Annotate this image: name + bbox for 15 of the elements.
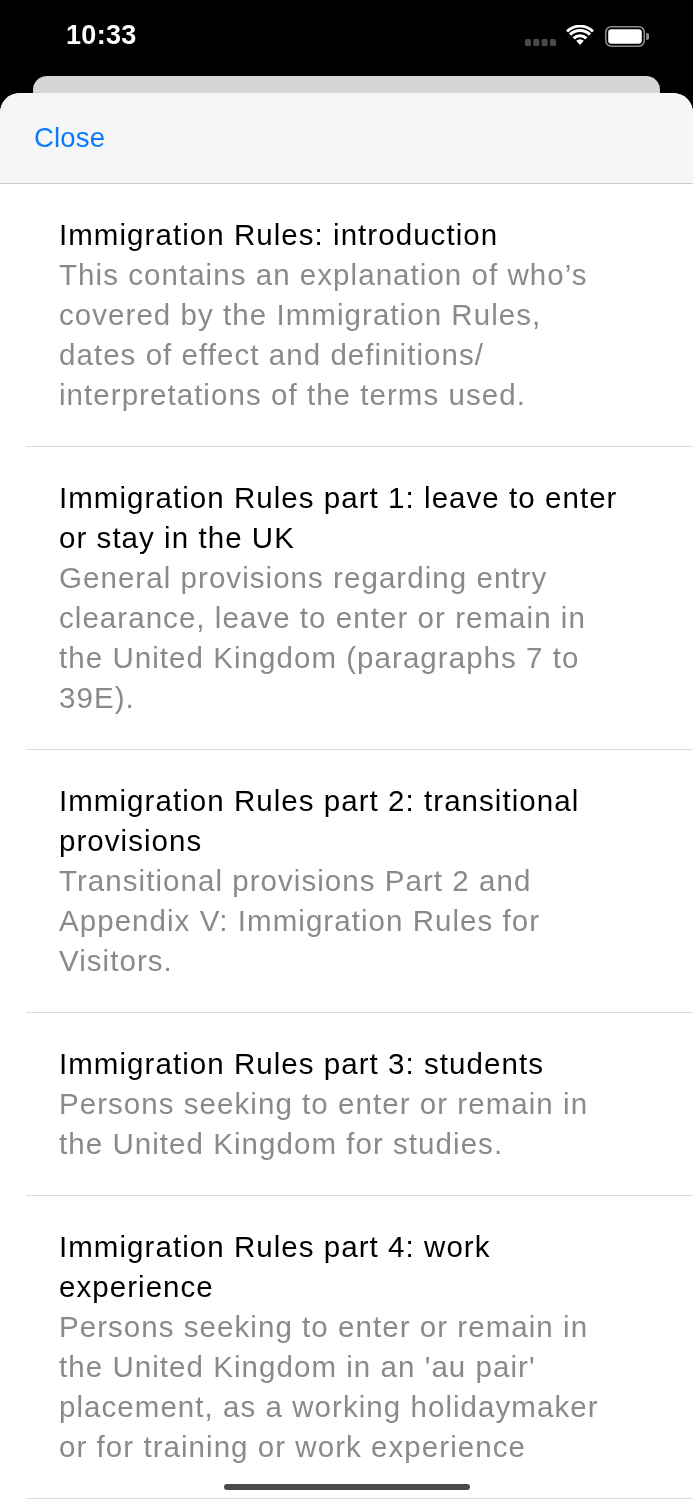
wifi-icon <box>566 25 594 45</box>
rule-description: Persons seeking to enter or remain in the United Kingdom for studies. <box>59 1086 590 1162</box>
rule-description: This contains an explanation of who’s covered by the Immigration Rules, dates of effect and definitions/ interpretations of the terms used. <box>59 257 589 413</box>
rule-title[interactable]: Immigration Rules: introduction <box>59 215 622 255</box>
rule-title[interactable]: Immigration Rules part 4: work experience <box>59 1227 622 1307</box>
close-button[interactable]: Close <box>34 122 106 154</box>
rule-title[interactable]: Immigration Rules part 2: transitional provisions <box>59 781 622 861</box>
rule-title[interactable]: Immigration Rules part 3: students <box>59 1044 622 1084</box>
status-time: 10:33 <box>66 19 137 51</box>
rule-description: Transitional provisions Part 2 and Appendix V: Immigration Rules for Visitors. <box>59 863 542 979</box>
signal-icon <box>525 38 556 46</box>
rule-title[interactable]: Immigration Rules part 1: leave to enter or stay in the UK <box>59 478 622 558</box>
battery-icon <box>605 25 649 47</box>
rule-description: General provisions regarding entry clearance, leave to enter or remain in the United Kingdom (paragraphs 7 to 39E). <box>59 560 587 716</box>
rule-description: Persons seeking to enter or remain in the United Kingdom in an 'au pair' placement, as a working holidaymaker or for training or work experience <box>59 1309 600 1465</box>
